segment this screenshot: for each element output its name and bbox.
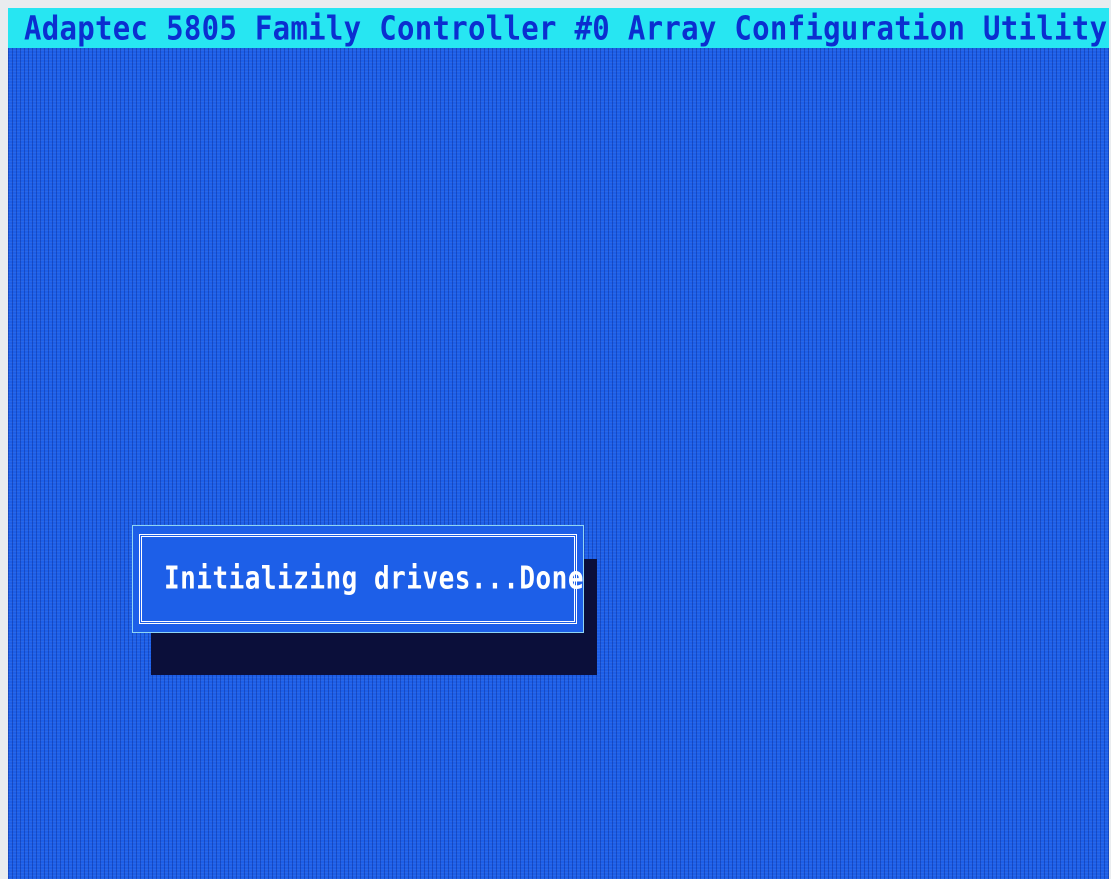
title-bar: Adaptec 5805 Family Controller #0 Array … [8,8,1109,48]
dialog-frame: Initializing drives...Done [139,534,584,624]
status-message: Initializing drives...Done [164,561,584,597]
status-dialog: Initializing drives...Done [132,525,584,633]
bios-screen: Adaptec 5805 Family Controller #0 Array … [8,8,1109,879]
window-title: Adaptec 5805 Family Controller #0 Array … [24,8,1108,48]
